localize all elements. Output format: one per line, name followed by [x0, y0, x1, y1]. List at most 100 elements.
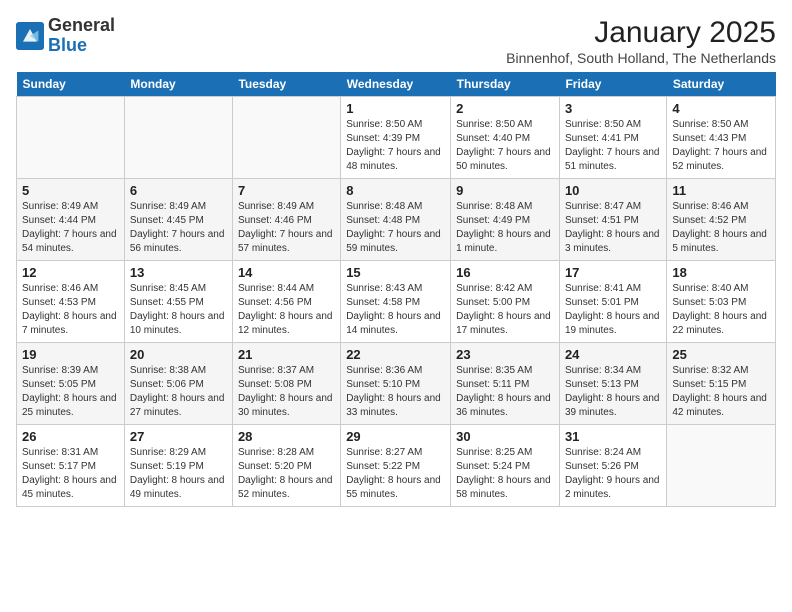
calendar-cell: 24Sunrise: 8:34 AM Sunset: 5:13 PM Dayli…: [559, 343, 666, 425]
calendar-week-4: 26 Sunrise: 8:31 AM Sunset: 5:17 PM Dayli…: [17, 425, 776, 507]
day-info: Sunrise: 8:45 AM Sunset: 4:55 PM Dayligh…: [130, 282, 227, 338]
day-number: 6: [130, 183, 227, 198]
calendar-table: SundayMondayTuesdayWednesdayThursdayFrid…: [16, 72, 776, 507]
day-info: Sunrise: 8:50 AM Sunset: 4:40 PM Dayligh…: [456, 118, 554, 174]
day-number: 8: [346, 183, 445, 198]
calendar-week-3: 19 Sunrise: 8:39 AM Sunset: 5:05 PM Dayli…: [17, 343, 776, 425]
calendar-cell: 2 Sunrise: 8:50 AM Sunset: 4:40 PM Daylig…: [451, 97, 560, 179]
location-title: Binnenhof, South Holland, The Netherland…: [506, 50, 776, 66]
day-number: 20: [130, 347, 227, 362]
calendar-cell: 8 Sunrise: 8:48 AM Sunset: 4:48 PM Daylig…: [341, 179, 451, 261]
day-info: Sunrise: 8:24 AM Sunset: 5:26 PM Dayligh…: [565, 446, 661, 502]
day-info: Sunrise: 8:31 AM Sunset: 5:17 PM Dayligh…: [22, 446, 119, 502]
calendar-cell: 18 Sunrise: 8:40 AM Sunset: 5:03 PM Dayli…: [667, 261, 776, 343]
day-info: Sunrise: 8:46 AM Sunset: 4:52 PM Dayligh…: [672, 200, 770, 256]
calendar-cell: 22Sunrise: 8:36 AM Sunset: 5:10 PM Dayli…: [341, 343, 451, 425]
day-number: 27: [130, 429, 227, 444]
title-block: January 2025 Binnenhof, South Holland, T…: [506, 16, 776, 66]
calendar-header-sunday: Sunday: [17, 72, 125, 97]
day-number: 26: [22, 429, 119, 444]
day-info: Sunrise: 8:50 AM Sunset: 4:41 PM Dayligh…: [565, 118, 661, 174]
calendar-header-thursday: Thursday: [451, 72, 560, 97]
calendar-cell: 17 Sunrise: 8:41 AM Sunset: 5:01 PM Dayli…: [559, 261, 666, 343]
day-number: 5: [22, 183, 119, 198]
calendar-cell: 14 Sunrise: 8:44 AM Sunset: 4:56 PM Dayli…: [232, 261, 340, 343]
day-info: Sunrise: 8:38 AM Sunset: 5:06 PM Dayligh…: [130, 364, 227, 420]
day-number: 17: [565, 265, 661, 280]
day-info: Sunrise: 8:48 AM Sunset: 4:49 PM Dayligh…: [456, 200, 554, 256]
calendar-cell: 25 Sunrise: 8:32 AM Sunset: 5:15 PM Dayli…: [667, 343, 776, 425]
day-number: 4: [672, 101, 770, 116]
day-number: 25: [672, 347, 770, 362]
calendar-cell: 27 Sunrise: 8:29 AM Sunset: 5:19 PM Dayli…: [124, 425, 232, 507]
day-number: 12: [22, 265, 119, 280]
calendar-header-wednesday: Wednesday: [341, 72, 451, 97]
day-info: Sunrise: 8:25 AM Sunset: 5:24 PM Dayligh…: [456, 446, 554, 502]
calendar-cell: 16 Sunrise: 8:42 AM Sunset: 5:00 PM Dayli…: [451, 261, 560, 343]
calendar-header-tuesday: Tuesday: [232, 72, 340, 97]
calendar-week-0: 1 Sunrise: 8:50 AM Sunset: 4:39 PM Daylig…: [17, 97, 776, 179]
day-number: 24: [565, 347, 661, 362]
calendar-cell: 31 Sunrise: 8:24 AM Sunset: 5:26 PM Dayli…: [559, 425, 666, 507]
calendar-header-friday: Friday: [559, 72, 666, 97]
calendar-cell: 10 Sunrise: 8:47 AM Sunset: 4:51 PM Dayli…: [559, 179, 666, 261]
day-info: Sunrise: 8:46 AM Sunset: 4:53 PM Dayligh…: [22, 282, 119, 338]
day-info: Sunrise: 8:40 AM Sunset: 5:03 PM Dayligh…: [672, 282, 770, 338]
logo: General Blue: [16, 16, 115, 56]
day-info: Sunrise: 8:39 AM Sunset: 5:05 PM Dayligh…: [22, 364, 119, 420]
day-number: 14: [238, 265, 335, 280]
calendar-week-1: 5 Sunrise: 8:49 AM Sunset: 4:44 PM Daylig…: [17, 179, 776, 261]
day-number: 23: [456, 347, 554, 362]
calendar-cell: 29Sunrise: 8:27 AM Sunset: 5:22 PM Dayli…: [341, 425, 451, 507]
day-number: 21: [238, 347, 335, 362]
day-number: 13: [130, 265, 227, 280]
day-number: 1: [346, 101, 445, 116]
calendar-cell: 20 Sunrise: 8:38 AM Sunset: 5:06 PM Dayli…: [124, 343, 232, 425]
calendar-cell: [667, 425, 776, 507]
calendar-cell: 13 Sunrise: 8:45 AM Sunset: 4:55 PM Dayli…: [124, 261, 232, 343]
calendar-cell: 7Sunrise: 8:49 AM Sunset: 4:46 PM Daylig…: [232, 179, 340, 261]
day-number: 31: [565, 429, 661, 444]
day-info: Sunrise: 8:42 AM Sunset: 5:00 PM Dayligh…: [456, 282, 554, 338]
calendar-cell: 19 Sunrise: 8:39 AM Sunset: 5:05 PM Dayli…: [17, 343, 125, 425]
day-info: Sunrise: 8:48 AM Sunset: 4:48 PM Dayligh…: [346, 200, 445, 256]
day-info: Sunrise: 8:32 AM Sunset: 5:15 PM Dayligh…: [672, 364, 770, 420]
day-number: 30: [456, 429, 554, 444]
calendar-cell: 1 Sunrise: 8:50 AM Sunset: 4:39 PM Daylig…: [341, 97, 451, 179]
day-info: Sunrise: 8:44 AM Sunset: 4:56 PM Dayligh…: [238, 282, 335, 338]
calendar-cell: 9 Sunrise: 8:48 AM Sunset: 4:49 PM Daylig…: [451, 179, 560, 261]
day-info: Sunrise: 8:47 AM Sunset: 4:51 PM Dayligh…: [565, 200, 661, 256]
day-info: Sunrise: 8:50 AM Sunset: 4:43 PM Dayligh…: [672, 118, 770, 174]
day-number: 2: [456, 101, 554, 116]
day-info: Sunrise: 8:28 AM Sunset: 5:20 PM Dayligh…: [238, 446, 335, 502]
calendar-cell: [17, 97, 125, 179]
calendar-body: 1 Sunrise: 8:50 AM Sunset: 4:39 PM Daylig…: [17, 97, 776, 507]
day-number: 19: [22, 347, 119, 362]
day-info: Sunrise: 8:29 AM Sunset: 5:19 PM Dayligh…: [130, 446, 227, 502]
calendar-cell: 30 Sunrise: 8:25 AM Sunset: 5:24 PM Dayli…: [451, 425, 560, 507]
calendar-cell: 11Sunrise: 8:46 AM Sunset: 4:52 PM Dayli…: [667, 179, 776, 261]
calendar-cell: [124, 97, 232, 179]
logo-icon: [16, 22, 44, 50]
calendar-cell: 21Sunrise: 8:37 AM Sunset: 5:08 PM Dayli…: [232, 343, 340, 425]
day-info: Sunrise: 8:41 AM Sunset: 5:01 PM Dayligh…: [565, 282, 661, 338]
page-header: General Blue January 2025 Binnenhof, Sou…: [16, 16, 776, 66]
day-info: Sunrise: 8:35 AM Sunset: 5:11 PM Dayligh…: [456, 364, 554, 420]
calendar-cell: 4 Sunrise: 8:50 AM Sunset: 4:43 PM Daylig…: [667, 97, 776, 179]
day-info: Sunrise: 8:49 AM Sunset: 4:44 PM Dayligh…: [22, 200, 119, 256]
day-info: Sunrise: 8:50 AM Sunset: 4:39 PM Dayligh…: [346, 118, 445, 174]
logo-line2: Blue: [48, 36, 115, 56]
calendar-cell: 12 Sunrise: 8:46 AM Sunset: 4:53 PM Dayli…: [17, 261, 125, 343]
calendar-cell: 23 Sunrise: 8:35 AM Sunset: 5:11 PM Dayli…: [451, 343, 560, 425]
day-info: Sunrise: 8:49 AM Sunset: 4:46 PM Dayligh…: [238, 200, 335, 256]
calendar-cell: 26 Sunrise: 8:31 AM Sunset: 5:17 PM Dayli…: [17, 425, 125, 507]
day-number: 18: [672, 265, 770, 280]
day-number: 28: [238, 429, 335, 444]
day-number: 9: [456, 183, 554, 198]
calendar-week-2: 12 Sunrise: 8:46 AM Sunset: 4:53 PM Dayli…: [17, 261, 776, 343]
day-number: 15: [346, 265, 445, 280]
calendar-cell: [232, 97, 340, 179]
day-number: 10: [565, 183, 661, 198]
day-number: 16: [456, 265, 554, 280]
day-number: 29: [346, 429, 445, 444]
